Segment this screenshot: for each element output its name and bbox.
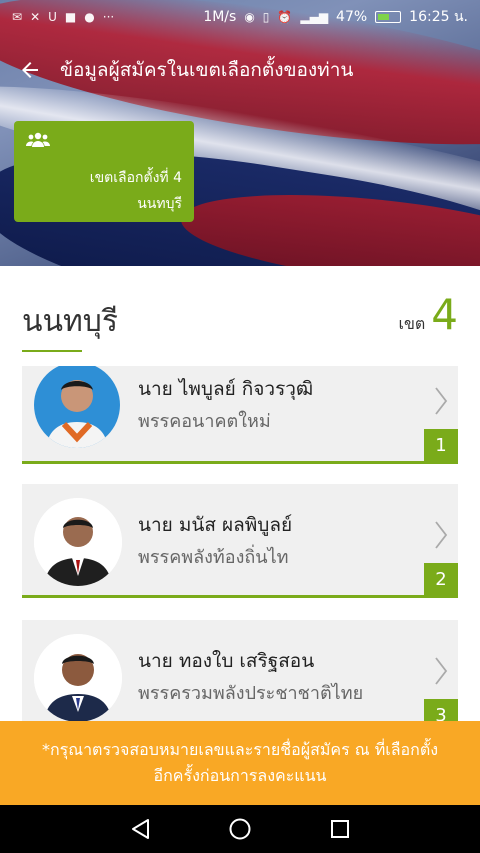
line-icon: ● bbox=[84, 10, 95, 24]
candidate-card[interactable]: นาย มนัส ผลพิบูลย์ พรรคพลังท้องถิ่นไท 2 bbox=[22, 484, 458, 598]
page-title: ข้อมูลผู้สมัครในเขตเลือกตั้งของท่าน bbox=[60, 59, 354, 81]
clock: 16:25 น. bbox=[409, 9, 468, 25]
candidate-photo bbox=[34, 498, 122, 586]
candidate-party: พรรคอนาคตใหม่ bbox=[138, 411, 271, 432]
candidate-name: นาย มนัส ผลพิบูลย์ bbox=[138, 514, 293, 536]
title-underline bbox=[22, 350, 82, 352]
notice-line-2: อีกครั้งก่อนการลงคะแนน bbox=[153, 766, 327, 785]
section-heading: นนทบุรี เขต 4 bbox=[22, 290, 458, 360]
app-u-icon: U bbox=[48, 10, 57, 24]
alarm-icon: ⏰ bbox=[277, 10, 293, 24]
circle-home-icon bbox=[229, 818, 251, 840]
candidate-name: นาย ไพบูลย์ กิจวรวุฒิ bbox=[138, 378, 314, 400]
app-icon: ■ bbox=[64, 10, 77, 24]
candidate-party: พรรครวมพลังประชาชาติไทย bbox=[138, 683, 364, 704]
battery-icon bbox=[375, 11, 402, 23]
status-bar: ✉ ✕ U ■ ● ··· 1M/s ◉ ▯ ⏰ ▂▄▆ 47% 16:25 น… bbox=[0, 0, 480, 34]
candidate-photo bbox=[34, 634, 122, 722]
arrow-left-icon bbox=[22, 62, 38, 78]
triangle-back-icon bbox=[132, 819, 149, 839]
zone-card[interactable]: เขตเลือกตั้งที่ 4 นนทบุรี bbox=[14, 121, 194, 222]
signal-icon: ▂▄▆ bbox=[300, 10, 329, 24]
battery-percent: 47% bbox=[336, 9, 368, 25]
system-nav-bar bbox=[0, 805, 480, 853]
zone-text: เขตเลือกตั้งที่ 4 bbox=[89, 170, 182, 186]
candidate-number-badge: 1 bbox=[424, 429, 458, 461]
notice-line-1: *กรุณาตรวจสอบหมายเลขและรายชื่อผู้สมัคร ณ… bbox=[41, 740, 439, 760]
candidate-number-badge: 2 bbox=[424, 563, 458, 595]
nav-back-button[interactable] bbox=[120, 809, 160, 849]
more-icon: ··· bbox=[102, 10, 115, 24]
candidate-card[interactable]: นาย ไพบูลย์ กิจวรวุฒิ พรรคอนาคตใหม่ 1 bbox=[22, 366, 458, 464]
hotspot-icon: ◉ bbox=[244, 10, 255, 24]
net-speed: 1M/s bbox=[203, 9, 237, 25]
vibrate-icon: ▯ bbox=[262, 10, 270, 24]
chevron-right-icon bbox=[435, 657, 448, 685]
chevron-right-icon bbox=[435, 521, 448, 549]
app-bar: ข้อมูลผู้สมัครในเขตเลือกตั้งของท่าน bbox=[0, 44, 480, 96]
chevron-right-icon bbox=[435, 387, 448, 415]
nav-recents-button[interactable] bbox=[320, 809, 360, 849]
zone-label: เขต bbox=[398, 314, 426, 333]
notice-banner: *กรุณาตรวจสอบหมายเลขและรายชื่อผู้สมัคร ณ… bbox=[0, 721, 480, 805]
people-icon bbox=[26, 132, 50, 147]
candidate-name: นาย ทองใบ เสริฐสอน bbox=[138, 650, 315, 672]
zone-number: 4 bbox=[431, 290, 458, 339]
candidate-photo bbox=[34, 366, 120, 448]
province-title: นนทบุรี bbox=[22, 304, 118, 339]
square-recents-icon bbox=[331, 820, 349, 838]
mail-icon: ✉ bbox=[12, 10, 23, 24]
zone-indicator: เขต 4 bbox=[398, 294, 458, 337]
back-button[interactable] bbox=[0, 44, 60, 96]
missed-call-icon: ✕ bbox=[30, 10, 41, 24]
zone-province: นนทบุรี bbox=[137, 196, 182, 212]
candidate-card[interactable]: นาย ทองใบ เสริฐสอน พรรครวมพลังประชาชาติไ… bbox=[22, 620, 458, 734]
candidate-party: พรรคพลังท้องถิ่นไท bbox=[138, 547, 289, 568]
nav-home-button[interactable] bbox=[220, 809, 260, 849]
